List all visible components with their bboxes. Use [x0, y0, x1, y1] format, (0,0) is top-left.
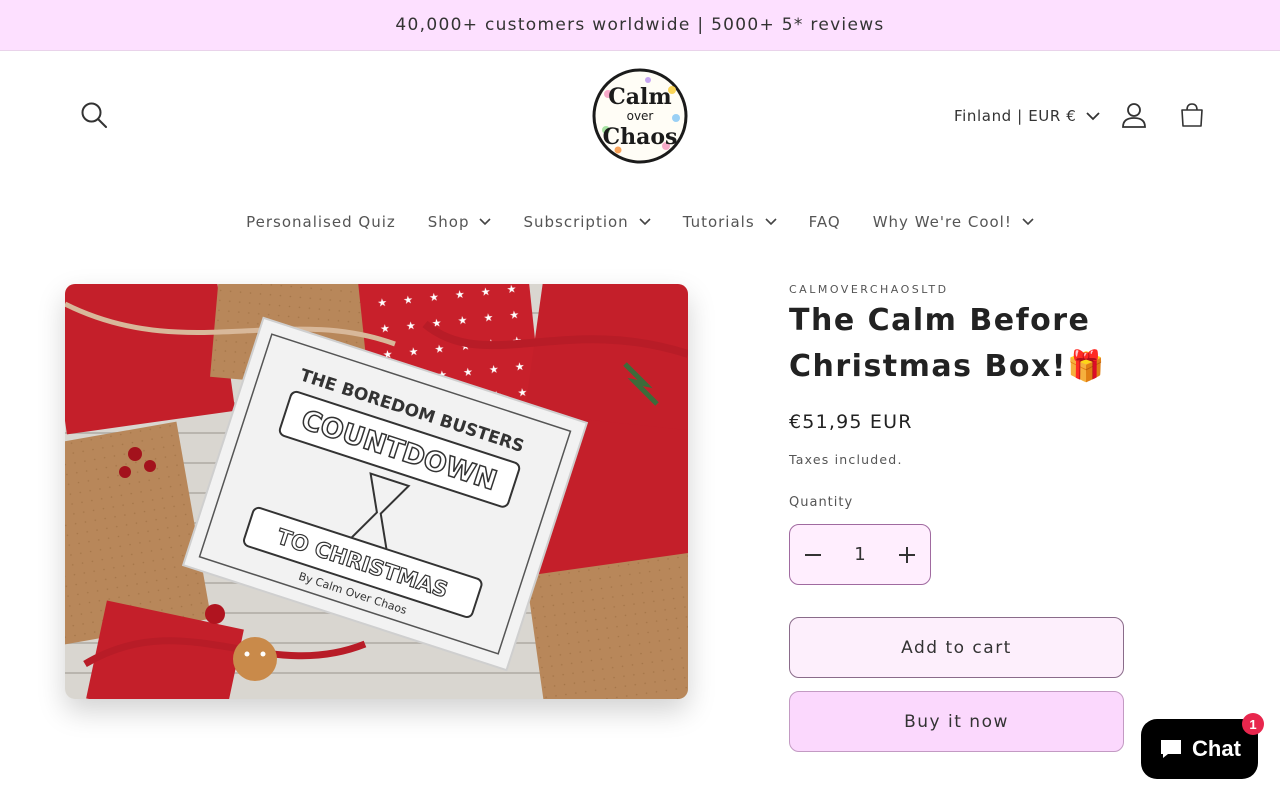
cart-icon[interactable]	[1176, 99, 1208, 131]
country-selector[interactable]: Finland | EUR €	[954, 104, 1101, 128]
minus-icon	[805, 553, 821, 556]
chevron-down-icon	[479, 218, 492, 226]
buy-now-button[interactable]: Buy it now	[789, 691, 1124, 752]
decrease-quantity-button[interactable]	[790, 525, 836, 584]
nav-item-why-were-cool[interactable]: Why We're Cool!	[873, 213, 1034, 231]
add-to-cart-label: Add to cart	[901, 637, 1012, 658]
tax-note-text: Taxes included.	[789, 452, 903, 467]
nav-item-label: Tutorials	[682, 213, 755, 231]
country-selector-label: Finland | EUR €	[954, 107, 1077, 125]
product-price: €51,95 EUR	[789, 411, 913, 433]
search-icon[interactable]	[78, 99, 110, 131]
increase-quantity-button[interactable]	[884, 525, 930, 584]
quantity-label: Quantity	[789, 495, 854, 510]
logo-line-over: over	[627, 109, 654, 123]
announcement-bar: 40,000+ customers worldwide | 5000+ 5* r…	[0, 0, 1280, 51]
product-vendor: CALMOVERCHAOSLTD	[789, 283, 949, 296]
chevron-down-icon	[765, 218, 777, 226]
nav-item-label: Shop	[427, 213, 470, 231]
nav-item-shop[interactable]: Shop	[428, 213, 492, 231]
quantity-stepper	[789, 524, 931, 585]
logo-line-chaos: Chaos	[603, 124, 678, 150]
chat-notification-badge: 1	[1242, 713, 1264, 735]
product-title: The Calm Before Christmas Box!🎁	[789, 303, 1106, 384]
nav-item-label: Subscription	[523, 213, 629, 231]
site-header: Calm over Chaos Finland | EUR €	[0, 52, 1280, 182]
nav-item-label: Personalised Quiz	[246, 213, 396, 231]
main-navigation: Personalised Quiz Shop Subscription Tuto…	[0, 204, 1280, 240]
nav-item-personalised-quiz[interactable]: Personalised Quiz	[246, 213, 396, 231]
nav-item-label: FAQ	[808, 213, 841, 231]
announcement-text: 40,000+ customers worldwide | 5000+ 5* r…	[395, 15, 885, 35]
account-icon[interactable]	[1118, 99, 1150, 131]
product-image[interactable]: ★	[65, 284, 688, 699]
quantity-input[interactable]	[837, 544, 883, 565]
nav-item-tutorials[interactable]: Tutorials	[683, 213, 777, 231]
tax-note: Taxes included.	[789, 452, 903, 467]
nav-item-faq[interactable]: FAQ	[809, 213, 841, 231]
chat-label: Chat	[1192, 736, 1241, 761]
plus-icon	[899, 546, 915, 563]
chevron-down-icon	[1086, 111, 1101, 120]
add-to-cart-button[interactable]: Add to cart	[789, 617, 1124, 678]
chevron-down-icon	[1022, 218, 1034, 226]
chevron-down-icon	[639, 218, 651, 226]
logo-line-calm: Calm	[608, 84, 671, 110]
nav-item-label: Why We're Cool!	[872, 213, 1012, 231]
chat-bubble-icon	[1161, 740, 1182, 758]
nav-item-subscription[interactable]: Subscription	[523, 213, 651, 231]
chat-button[interactable]: Chat	[1141, 719, 1258, 779]
calm-over-chaos-logo[interactable]: Calm over Chaos	[592, 68, 688, 164]
buy-now-label: Buy it now	[904, 711, 1009, 732]
